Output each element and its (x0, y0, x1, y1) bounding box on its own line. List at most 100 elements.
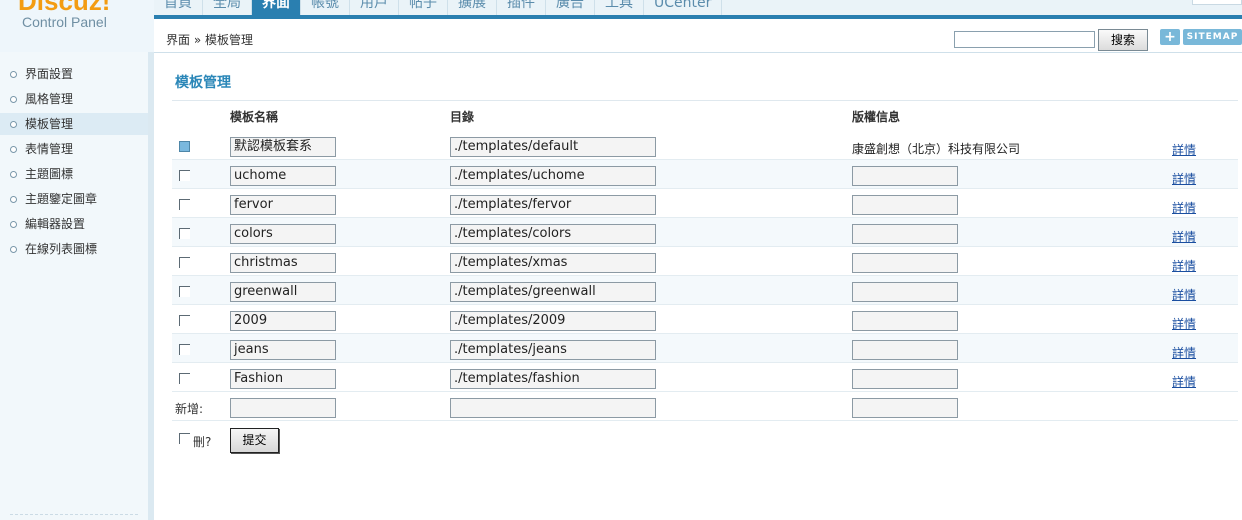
column-header-copyright: 版權信息 (852, 110, 901, 124)
copyright-field[interactable] (852, 166, 958, 186)
copyright-field[interactable] (852, 369, 958, 389)
add-shortcut-button[interactable]: + (1160, 29, 1180, 45)
delete-checkbox[interactable] (179, 433, 190, 444)
detail-link[interactable]: 詳情 (1172, 257, 1196, 274)
sidebar-edge (148, 52, 154, 520)
table-row: jeans ./templates/jeans 詳情 (172, 334, 1238, 363)
copyright-field[interactable] (852, 195, 958, 215)
bullet-icon (10, 71, 17, 78)
table-row: christmas ./templates/xmas 詳情 (172, 247, 1238, 276)
detail-link[interactable]: 詳情 (1172, 199, 1196, 216)
column-header-name: 模板名稱 (230, 110, 279, 124)
template-directory-field[interactable]: ./templates/uchome (450, 166, 656, 186)
copyright-field[interactable] (852, 224, 958, 244)
sidebar-item-label: 編輯器設置 (25, 217, 86, 231)
sidebar-item-label: 在線列表圖標 (25, 242, 98, 256)
copyright-field[interactable] (852, 282, 958, 302)
detail-link[interactable]: 詳情 (1172, 286, 1196, 303)
table-row: 默認模板套系 ./templates/default 康盛創想（北京）科技有限公司 詳… (172, 131, 1238, 160)
bullet-icon (10, 121, 17, 128)
table-row: uchome ./templates/uchome 詳情 (172, 160, 1238, 189)
copyright-text: 康盛創想（北京）科技有限公司 (852, 142, 1021, 156)
row-checkbox[interactable] (179, 228, 190, 239)
copyright-field[interactable] (852, 253, 958, 273)
table-row: colors ./templates/colors 詳情 (172, 218, 1238, 247)
sidebar-item[interactable]: 模板管理 (0, 113, 148, 135)
new-name-field[interactable] (230, 398, 336, 418)
title-divider (172, 100, 1238, 101)
bullet-icon (10, 221, 17, 228)
row-checkbox[interactable] (179, 141, 190, 152)
template-directory-field[interactable]: ./templates/colors (450, 224, 656, 244)
sidebar-item[interactable]: 主題鑒定圖章 (0, 188, 148, 210)
template-directory-field[interactable]: ./templates/greenwall (450, 282, 656, 302)
new-template-row: 新增: (172, 392, 1238, 421)
template-name-field[interactable]: christmas (230, 253, 336, 273)
row-checkbox[interactable] (179, 257, 190, 268)
submit-button[interactable]: 提交 (230, 428, 279, 453)
template-directory-field[interactable]: ./templates/default (450, 137, 656, 157)
sidebar-item-label: 表情管理 (25, 142, 74, 156)
template-name-field[interactable]: 默認模板套系 (230, 137, 336, 157)
detail-link[interactable]: 詳情 (1172, 141, 1196, 158)
sidebar-item[interactable]: 編輯器設置 (0, 213, 148, 235)
breadcrumb-bar: 界面 » 模板管理 搜索 + SITEMAP (154, 19, 1242, 53)
new-copyright-field[interactable] (852, 398, 958, 418)
search-button[interactable]: 搜索 (1098, 29, 1148, 51)
row-checkbox[interactable] (179, 170, 190, 181)
detail-link[interactable]: 詳情 (1172, 228, 1196, 245)
row-checkbox[interactable] (179, 373, 190, 384)
table-row: fervor ./templates/fervor 詳情 (172, 189, 1238, 218)
template-directory-field[interactable]: ./templates/2009 (450, 311, 656, 331)
nav-corner-box (1192, 0, 1242, 5)
detail-link[interactable]: 詳情 (1172, 373, 1196, 390)
detail-link[interactable]: 詳情 (1172, 344, 1196, 361)
delete-label: 刪? (193, 435, 212, 449)
sidebar-item-label: 風格管理 (25, 92, 74, 106)
bullet-icon (10, 196, 17, 203)
template-name-field[interactable]: Fashion (230, 369, 336, 389)
template-name-field[interactable]: colors (230, 224, 336, 244)
template-directory-field[interactable]: ./templates/fashion (450, 369, 656, 389)
search-input[interactable] (954, 31, 1095, 48)
table-row: Fashion ./templates/fashion 詳情 (172, 363, 1238, 392)
bullet-icon (10, 96, 17, 103)
sidebar-divider (10, 514, 138, 515)
template-directory-field[interactable]: ./templates/xmas (450, 253, 656, 273)
row-checkbox[interactable] (179, 199, 190, 210)
new-directory-field[interactable] (450, 398, 656, 418)
sidebar-item[interactable]: 在線列表圖標 (0, 238, 148, 260)
column-header-directory: 目錄 (450, 110, 475, 124)
copyright-field[interactable] (852, 311, 958, 331)
logo[interactable]: Discuz! Control Panel (0, 0, 154, 52)
sidebar-item[interactable]: 風格管理 (0, 88, 148, 110)
table-row: 2009 ./templates/2009 詳情 (172, 305, 1238, 334)
template-name-field[interactable]: fervor (230, 195, 336, 215)
row-checkbox[interactable] (179, 286, 190, 297)
sidebar-item-label: 主題圖標 (25, 167, 74, 181)
copyright-field[interactable] (852, 340, 958, 360)
sidebar-item-label: 模板管理 (25, 117, 74, 131)
bullet-icon (10, 246, 17, 253)
sidebar-item[interactable]: 表情管理 (0, 138, 148, 160)
sidebar-item-label: 主題鑒定圖章 (25, 192, 98, 206)
row-checkbox[interactable] (179, 315, 190, 326)
bullet-icon (10, 146, 17, 153)
template-name-field[interactable]: uchome (230, 166, 336, 186)
bullet-icon (10, 171, 17, 178)
detail-link[interactable]: 詳情 (1172, 315, 1196, 332)
sidebar-item-label: 界面設置 (25, 67, 74, 81)
sidebar-item[interactable]: 界面設置 (0, 63, 148, 85)
template-name-field[interactable]: 2009 (230, 311, 336, 331)
row-checkbox[interactable] (179, 344, 190, 355)
template-name-field[interactable]: jeans (230, 340, 336, 360)
template-directory-field[interactable]: ./templates/jeans (450, 340, 656, 360)
sidebar-item[interactable]: 主題圖標 (0, 163, 148, 185)
logo-subtitle: Control Panel (22, 14, 107, 30)
detail-link[interactable]: 詳情 (1172, 170, 1196, 187)
template-name-field[interactable]: greenwall (230, 282, 336, 302)
sitemap-button[interactable]: SITEMAP (1183, 29, 1242, 45)
page-title: 模板管理 (175, 75, 231, 91)
template-directory-field[interactable]: ./templates/fervor (450, 195, 656, 215)
table-row: greenwall ./templates/greenwall 詳情 (172, 276, 1238, 305)
